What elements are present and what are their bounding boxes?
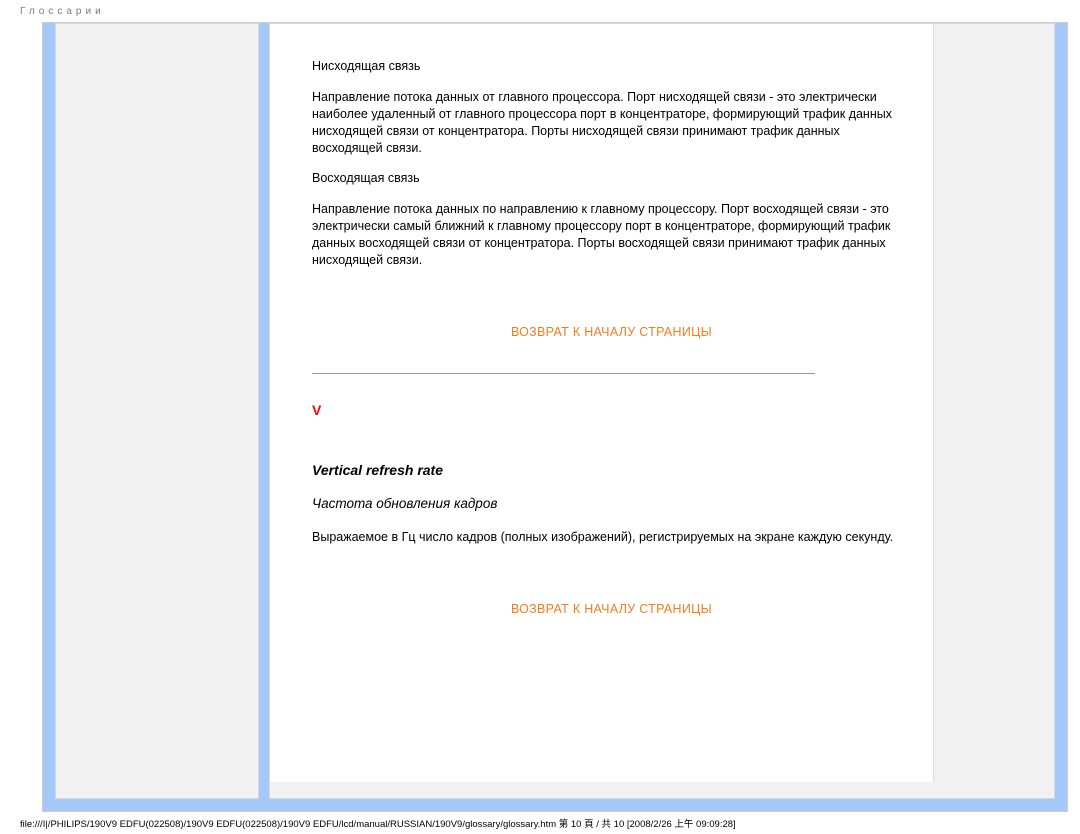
return-to-top-link[interactable]: ВОЗВРАТ К НАЧАЛУ СТРАНИЦЫ: [312, 325, 911, 339]
downlink-heading: Нисходящая связь: [312, 58, 911, 75]
section-letter-v: V: [312, 402, 911, 418]
term-definition: Выражаемое в Гц число кадров (полных изо…: [312, 529, 911, 546]
uplink-heading: Восходящая связь: [312, 170, 911, 187]
outer-frame: Нисходящая связь Направление потока данн…: [42, 22, 1068, 812]
return-to-top-link[interactable]: ВОЗВРАТ К НАЧАЛУ СТРАНИЦЫ: [312, 602, 911, 616]
page-header-label: Глоссарии: [20, 6, 105, 17]
content-page: Нисходящая связь Направление потока данн…: [270, 24, 934, 782]
term-russian: Частота обновления кадров: [312, 496, 911, 511]
uplink-text: Направление потока данных по направлению…: [312, 201, 911, 269]
section-divider: [312, 373, 815, 374]
left-pane: [55, 23, 259, 799]
term-english: Vertical refresh rate: [312, 462, 911, 478]
right-pane: Нисходящая связь Направление потока данн…: [269, 23, 1055, 799]
footer-file-path: file:///I|/PHILIPS/190V9 EDFU(022508)/19…: [20, 816, 736, 830]
downlink-text: Направление потока данных от главного пр…: [312, 89, 911, 157]
